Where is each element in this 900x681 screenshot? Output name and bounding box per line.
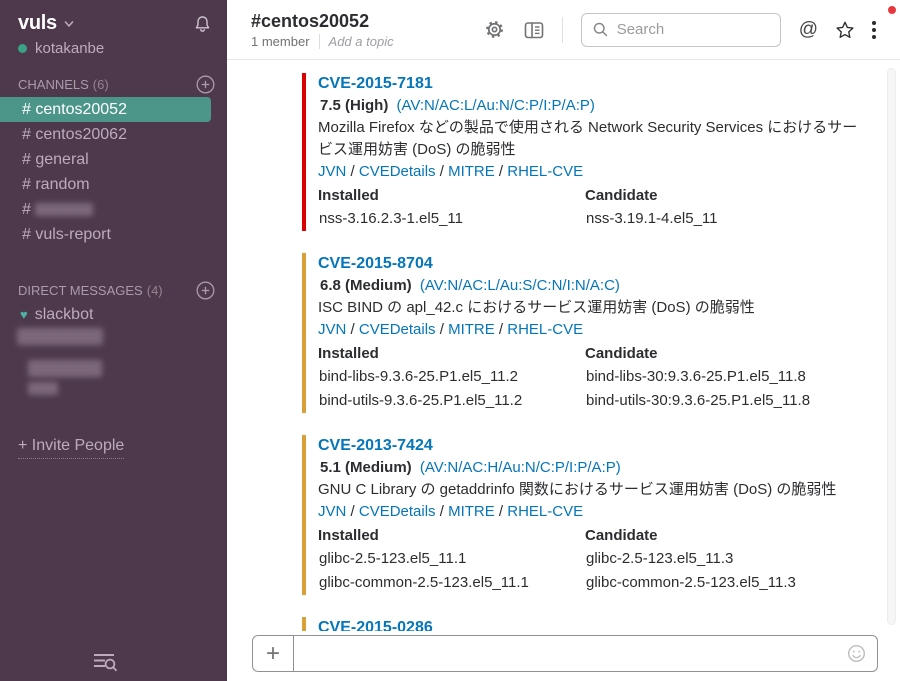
mitre-link[interactable]: MITRE bbox=[448, 163, 495, 180]
installed-label: Installed bbox=[318, 185, 585, 207]
sidebar-item-redacted-dm[interactable] bbox=[0, 380, 227, 398]
scrollbar[interactable] bbox=[887, 68, 896, 625]
cvss-vector-link[interactable]: (AV:N/AC:L/Au:N/C:P/I:P/A:P) bbox=[397, 97, 595, 114]
jvn-link[interactable]: JVN bbox=[318, 163, 346, 180]
redacted-dm-name bbox=[28, 382, 58, 395]
mitre-link[interactable]: MITRE bbox=[448, 321, 495, 338]
channel-title: #centos20052 bbox=[251, 10, 394, 32]
jvn-link[interactable]: JVN bbox=[318, 503, 346, 520]
cve-attachment: CVE-2013-7424 5.1 (Medium) (AV:N/AC:H/Au… bbox=[302, 435, 870, 595]
presence-dot bbox=[18, 44, 27, 53]
installed-label: Installed bbox=[318, 343, 585, 365]
details-pane-icon[interactable] bbox=[522, 18, 546, 42]
cvss-vector-link[interactable]: (AV:N/AC:L/Au:S/C:N/I:N/A:C) bbox=[420, 277, 620, 294]
redacted-dm-name bbox=[28, 360, 102, 377]
cve-link[interactable]: CVE-2013-7424 bbox=[318, 435, 870, 457]
cve-attachment: CVE-2015-8704 6.8 (Medium) (AV:N/AC:L/Au… bbox=[302, 253, 870, 413]
dm-count: (4) bbox=[147, 283, 163, 298]
channel-header: #centos20052 1 member Add a topic bbox=[227, 0, 900, 60]
sidebar-item-redacted-dm[interactable] bbox=[0, 328, 227, 346]
add-channel-icon[interactable] bbox=[196, 75, 215, 94]
sidebar-item-redacted-channel[interactable]: # bbox=[0, 197, 227, 222]
sidebar-item-general[interactable]: # general bbox=[0, 147, 227, 172]
bell-icon[interactable] bbox=[192, 13, 213, 35]
sidebar-item-centos20052[interactable]: # centos20052 bbox=[0, 97, 211, 122]
workspace-name[interactable]: vuls bbox=[18, 12, 57, 35]
chevron-down-icon[interactable] bbox=[63, 18, 75, 30]
invite-people-button[interactable]: + Invite People bbox=[18, 437, 124, 459]
installed-package: bind-utils-9.3.6-25.P1.el5_11.2 bbox=[318, 389, 585, 413]
divider bbox=[319, 34, 320, 49]
installed-package: glibc-2.5-123.el5_11.1 bbox=[318, 547, 585, 571]
candidate-package: nss-3.19.1-4.el5_11 bbox=[585, 207, 717, 231]
installed-label: Installed bbox=[318, 525, 585, 547]
add-dm-icon[interactable] bbox=[196, 281, 215, 300]
mentions-icon[interactable]: @ bbox=[799, 19, 818, 41]
redacted-dm-name bbox=[17, 328, 103, 345]
installed-package: glibc-common-2.5-123.el5_11.1 bbox=[318, 571, 585, 595]
search-icon bbox=[592, 21, 609, 38]
cve-description: GNU C Library の getaddrinfo 関数におけるサービス運用… bbox=[318, 479, 870, 501]
divider bbox=[562, 17, 563, 43]
more-options-icon[interactable] bbox=[872, 21, 876, 39]
search-box[interactable] bbox=[581, 13, 781, 47]
main-panel: #centos20052 1 member Add a topic bbox=[227, 0, 900, 681]
rhel-cve-link[interactable]: RHEL-CVE bbox=[507, 503, 583, 520]
emoji-picker-icon[interactable] bbox=[847, 636, 877, 671]
slack-app: vuls kotakanbe CHANNELS (6) # centos2005… bbox=[0, 0, 900, 681]
cve-description: Mozilla Firefox などの製品で使用される Network Secu… bbox=[318, 117, 870, 161]
rhel-cve-link[interactable]: RHEL-CVE bbox=[507, 321, 583, 338]
cve-attachment: CVE-2015-7181 7.5 (High) (AV:N/AC:L/Au:N… bbox=[302, 73, 870, 231]
notification-badge bbox=[888, 6, 896, 14]
sidebar-item-redacted-dm[interactable] bbox=[0, 360, 227, 378]
sidebar-item-vuls-report[interactable]: # vuls-report bbox=[0, 222, 227, 247]
sidebar-item-random[interactable]: # random bbox=[0, 172, 227, 197]
attach-file-button[interactable]: + bbox=[253, 636, 294, 671]
candidate-package: bind-utils-30:9.3.6-25.P1.el5_11.8 bbox=[585, 389, 810, 413]
cvss-vector-link[interactable]: (AV:N/AC:H/Au:N/C:P/I:P/A:P) bbox=[420, 459, 621, 476]
rhel-cve-link[interactable]: RHEL-CVE bbox=[507, 163, 583, 180]
channels-count: (6) bbox=[93, 77, 109, 92]
star-icon[interactable] bbox=[834, 19, 856, 41]
cve-link[interactable]: CVE-2015-7181 bbox=[318, 73, 870, 95]
candidate-label: Candidate bbox=[585, 185, 717, 207]
current-user[interactable]: kotakanbe bbox=[18, 40, 104, 57]
quick-switcher-icon[interactable] bbox=[92, 651, 119, 673]
cve-description: ISC BIND の apl_42.c におけるサービス運用妨害 (DoS) の… bbox=[318, 297, 870, 319]
message-input[interactable] bbox=[294, 636, 847, 671]
candidate-package: bind-libs-30:9.3.6-25.P1.el5_11.8 bbox=[585, 365, 810, 389]
cvedetails-link[interactable]: CVEDetails bbox=[359, 321, 436, 338]
jvn-link[interactable]: JVN bbox=[318, 321, 346, 338]
search-input[interactable] bbox=[617, 21, 770, 38]
heart-presence-icon: ♥ bbox=[20, 307, 28, 322]
candidate-label: Candidate bbox=[585, 343, 810, 365]
cvss-score: 6.8 (Medium) bbox=[320, 277, 412, 294]
channels-section-label[interactable]: CHANNELS bbox=[18, 77, 89, 92]
candidate-package: glibc-2.5-123.el5_11.3 bbox=[585, 547, 796, 571]
sidebar: vuls kotakanbe CHANNELS (6) # centos2005… bbox=[0, 0, 227, 681]
cvss-score: 5.1 (Medium) bbox=[320, 459, 412, 476]
cve-link[interactable]: CVE-2015-8704 bbox=[318, 253, 870, 275]
installed-package: bind-libs-9.3.6-25.P1.el5_11.2 bbox=[318, 365, 585, 389]
dm-section-label[interactable]: DIRECT MESSAGES bbox=[18, 283, 143, 298]
candidate-label: Candidate bbox=[585, 525, 796, 547]
redacted-channel-name bbox=[35, 203, 93, 216]
add-topic-button[interactable]: Add a topic bbox=[329, 34, 394, 49]
member-count[interactable]: 1 member bbox=[251, 34, 310, 49]
sidebar-item-slackbot[interactable]: ♥ slackbot bbox=[0, 302, 227, 327]
sidebar-item-centos20062[interactable]: # centos20062 bbox=[0, 122, 227, 147]
mitre-link[interactable]: MITRE bbox=[448, 503, 495, 520]
gear-icon[interactable] bbox=[483, 18, 506, 41]
dm-name: slackbot bbox=[35, 306, 94, 324]
installed-package: nss-3.16.2.3-1.el5_11 bbox=[318, 207, 585, 231]
composer: + bbox=[227, 631, 900, 681]
cvedetails-link[interactable]: CVEDetails bbox=[359, 163, 436, 180]
candidate-package: glibc-common-2.5-123.el5_11.3 bbox=[585, 571, 796, 595]
cvedetails-link[interactable]: CVEDetails bbox=[359, 503, 436, 520]
username: kotakanbe bbox=[35, 40, 104, 57]
message-list: CVE-2015-7181 7.5 (High) (AV:N/AC:L/Au:N… bbox=[227, 61, 900, 681]
cvss-score: 7.5 (High) bbox=[320, 97, 388, 114]
